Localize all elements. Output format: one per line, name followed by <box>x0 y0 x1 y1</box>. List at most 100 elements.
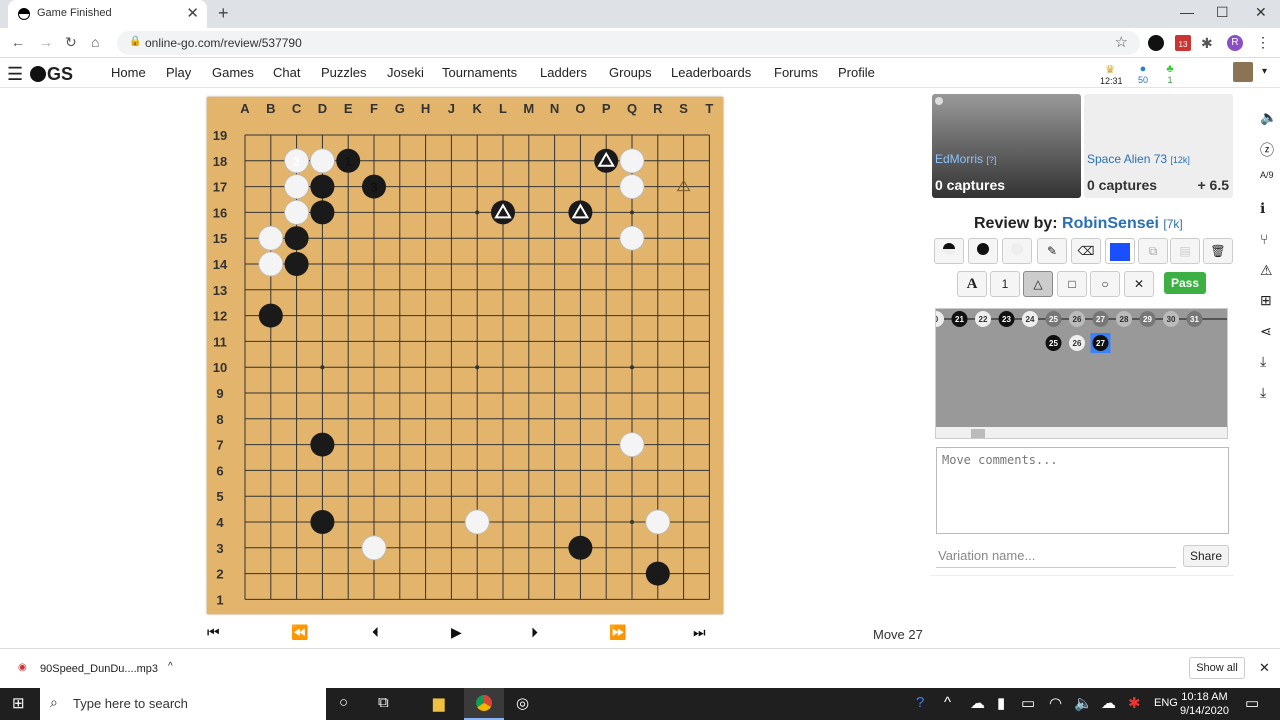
first-move-icon[interactable]: ⏮ <box>207 624 220 641</box>
nav-forums[interactable]: Forums <box>774 65 818 80</box>
volume-icon[interactable]: 🔈 <box>1074 694 1093 712</box>
paste-button[interactable]: ▤ <box>1170 238 1200 264</box>
help-icon[interactable]: ? <box>916 694 924 711</box>
triangle-mark-tool[interactable]: △ <box>1023 271 1053 297</box>
onedrive-icon[interactable]: ☁ <box>970 694 985 712</box>
nav-chat[interactable]: Chat <box>273 65 300 80</box>
last-move-icon[interactable]: ⏭ <box>693 624 706 641</box>
color-picker[interactable] <box>1105 238 1135 264</box>
white-stone-tool[interactable] <box>1002 238 1032 264</box>
ogs-logo[interactable]: GS <box>30 64 73 85</box>
nav-puzzles[interactable]: Puzzles <box>321 65 367 80</box>
nav-profile[interactable]: Profile <box>838 65 875 80</box>
previous-move-icon[interactable]: ⏴ <box>372 624 379 641</box>
sound-icon[interactable]: 🔈 <box>1260 109 1277 126</box>
nav-leaderboards[interactable]: Leaderboards <box>671 65 751 80</box>
square-mark-tool[interactable]: □ <box>1057 271 1087 297</box>
new-tab-icon[interactable]: + <box>218 3 229 24</box>
draw-tool[interactable]: ✎ <box>1037 238 1067 264</box>
cloud-sync-icon[interactable]: ☁ <box>1101 694 1116 712</box>
nav-tournaments[interactable]: Tournaments <box>442 65 517 80</box>
delete-button[interactable]: 🗑 <box>1203 238 1233 264</box>
taskbar-clock[interactable]: 10:18 AM 9/14/2020 <box>1180 690 1229 718</box>
move-comments-field[interactable]: Move comments... <box>936 447 1229 534</box>
variation-name-input[interactable]: Variation name... <box>936 546 1176 568</box>
info-icon[interactable]: ℹ <box>1260 200 1265 217</box>
move-tree-svg[interactable]: 02122232425262728293031252627 <box>936 309 1228 439</box>
wifi-icon[interactable]: ◠ <box>1049 694 1062 712</box>
forward-icon[interactable]: → <box>39 34 53 50</box>
omnibox[interactable]: 🔒 online-go.com/review/537790 ☆ <box>117 31 1140 55</box>
back-ten-icon[interactable]: ⏪ <box>291 624 308 641</box>
show-hidden-icons[interactable]: ^ <box>944 694 951 711</box>
obs-icon[interactable]: ◎ <box>516 694 529 712</box>
move-tree[interactable]: 02122232425262728293031252627 <box>935 308 1228 439</box>
black-stone-tool[interactable] <box>968 238 998 264</box>
nav-games[interactable]: Games <box>212 65 254 80</box>
task-view-icon[interactable]: ⧉ <box>378 694 389 711</box>
alternate-stone-tool[interactable] <box>934 238 964 264</box>
nav-home[interactable]: Home <box>111 65 146 80</box>
dark-mode-extension-icon[interactable] <box>1148 35 1164 51</box>
taskbar-search[interactable]: ⌕ Type here to search <box>40 688 326 720</box>
bookmark-star-icon[interactable]: ☆ <box>1115 33 1128 51</box>
forward-ten-icon[interactable]: ⏩ <box>609 624 626 641</box>
analysis-icon[interactable]: ⊞ <box>1260 292 1272 309</box>
profile-avatar[interactable]: R <box>1227 35 1243 51</box>
erase-tool[interactable]: ⌫ <box>1071 238 1101 264</box>
turn-timer[interactable]: ♛ 12:31 <box>1100 63 1123 86</box>
windows-start-icon[interactable]: ⊞ <box>12 694 25 712</box>
puzzle-extensions-icon[interactable]: ✱ <box>1201 35 1217 51</box>
download-file-name[interactable]: 90Speed_DunDu....mp3 <box>40 663 158 675</box>
next-move-icon[interactable]: ⏵ <box>531 624 538 641</box>
zen-mode-icon[interactable]: ⓩ <box>1260 140 1274 160</box>
close-window-icon[interactable]: ✕ <box>1255 4 1267 21</box>
extension-badge-icon[interactable]: 13 <box>1175 35 1191 51</box>
file-explorer-icon[interactable]: ▆ <box>433 694 445 712</box>
close-tab-icon[interactable]: ✕ <box>186 4 199 22</box>
chrome-taskbar-button[interactable] <box>464 688 504 720</box>
notifications-icon[interactable]: ▭ <box>1245 694 1259 712</box>
home-icon[interactable]: ⌂ <box>91 34 99 50</box>
circle-mark-tool[interactable]: ○ <box>1090 271 1120 297</box>
chrome-menu-icon[interactable]: ⋮ <box>1256 35 1272 51</box>
app-tray-icon[interactable]: ✱ <box>1128 694 1141 712</box>
language-indicator[interactable]: ENG <box>1154 697 1178 709</box>
minimize-icon[interactable]: — <box>1180 4 1194 20</box>
friends-online[interactable]: ♣ 1 <box>1160 63 1180 85</box>
download-sgf-comments-icon[interactable]: ⤓ <box>1260 384 1266 401</box>
black-player-name[interactable]: EdMorris [?] <box>935 152 996 166</box>
nav-joseki[interactable]: Joseki <box>387 65 424 80</box>
maximize-icon[interactable]: ☐ <box>1216 4 1229 21</box>
reload-icon[interactable]: ↻ <box>65 34 77 51</box>
browser-tab[interactable]: Game Finished ✕ <box>8 0 207 28</box>
hamburger-menu-icon[interactable]: ☰ <box>7 64 23 85</box>
mic-icon[interactable]: ▮ <box>997 694 1005 712</box>
letter-label-tool[interactable]: A <box>957 271 987 297</box>
branch-icon[interactable]: ⑂ <box>1260 231 1268 247</box>
download-options-icon[interactable]: ^ <box>168 661 173 672</box>
white-player-name[interactable]: Space Alien 73 [12k] <box>1087 152 1190 166</box>
play-icon[interactable]: ▶ <box>451 624 462 641</box>
user-dropdown-icon[interactable]: ▾ <box>1262 66 1267 77</box>
close-download-bar-icon[interactable]: ✕ <box>1259 660 1270 676</box>
share-button[interactable]: Share <box>1183 545 1229 567</box>
go-board[interactable]: A B C D E F G H J K L M N O P Q R S T 19 18 17 16 15 14 13 12 11 10 9… <box>207 97 723 614</box>
show-all-button[interactable]: Show all <box>1189 657 1245 679</box>
cortana-icon[interactable]: ○ <box>339 694 348 711</box>
nav-play[interactable]: Play <box>166 65 191 80</box>
coordinates-icon[interactable]: A/9 <box>1260 170 1274 180</box>
board-svg[interactable]: A B C D E F G H J K L M N O P Q R S T191817161514131211109… <box>207 97 723 614</box>
number-label-tool[interactable]: 1 <box>990 271 1020 297</box>
copy-button[interactable]: ⧉ <box>1138 238 1168 264</box>
pass-button[interactable]: Pass <box>1164 272 1206 294</box>
report-icon[interactable]: ⚠ <box>1260 262 1273 279</box>
user-avatar[interactable] <box>1233 62 1253 82</box>
battery-icon[interactable]: ▭ <box>1021 694 1035 712</box>
reviewer-name[interactable]: RobinSensei <box>1062 215 1159 232</box>
cross-mark-tool[interactable]: ✕ <box>1124 271 1154 297</box>
download-sgf-icon[interactable]: ⤓ <box>1260 353 1266 370</box>
chat-notifications[interactable]: ● 50 <box>1133 63 1153 85</box>
share-icon[interactable]: ⋖ <box>1260 323 1272 340</box>
nav-groups[interactable]: Groups <box>609 65 652 80</box>
